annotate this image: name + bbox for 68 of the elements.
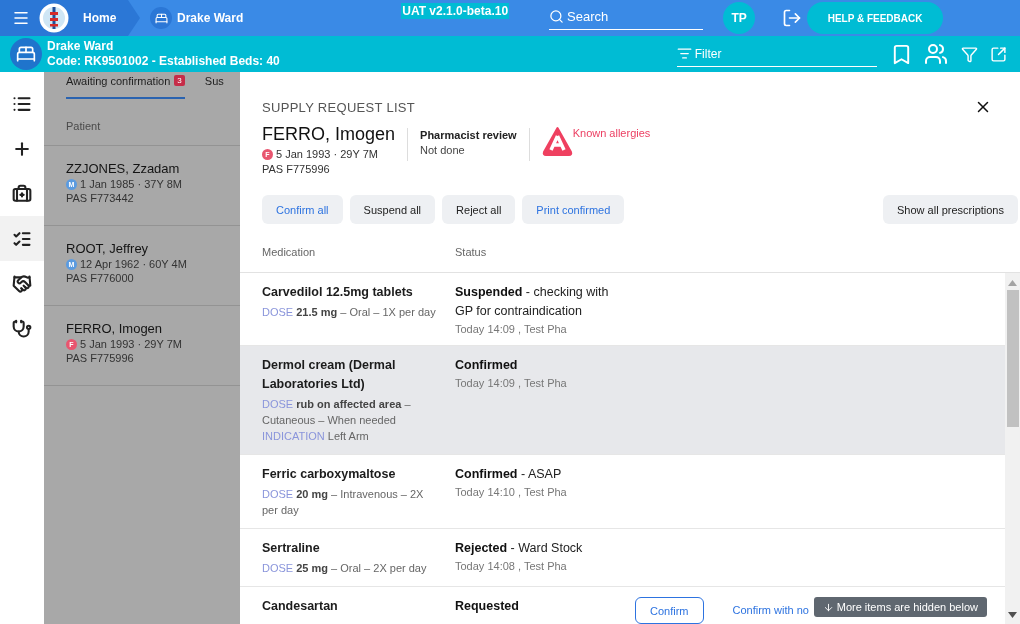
patient-pas: PAS F775996: [66, 352, 135, 364]
count-badge: 3: [174, 75, 185, 86]
search-field[interactable]: Search: [549, 4, 704, 30]
list-tab[interactable]: Awaiting confirmation 3: [66, 75, 185, 99]
status-text: Rejected - Ward Stock: [455, 540, 584, 557]
allergy-label: Known allergies: [572, 127, 651, 139]
breadcrumb-link[interactable]: Home: [83, 11, 117, 25]
timestamp: Today 14:08 , Test Pha: [455, 560, 568, 572]
status-text: Suspended - checking with GP for contraindication: [455, 284, 610, 320]
logout-icon[interactable]: [782, 8, 803, 28]
bed-icon: [10, 38, 42, 70]
environment-label: UAT v2.1.0-beta.10: [401, 3, 510, 19]
review-value: Not done: [420, 144, 466, 156]
show-all-button[interactable]: Show all prescriptions: [883, 195, 1018, 224]
dose-text: DOSE 25 mg – Oral – 2X per day: [262, 561, 428, 576]
action-button[interactable]: Print confirmed: [522, 195, 625, 224]
scrollbar[interactable]: [1005, 273, 1020, 624]
column-header: Patient: [66, 120, 102, 132]
action-button[interactable]: Confirm all: [262, 195, 343, 224]
menu-icon[interactable]: [12, 9, 30, 27]
scroll-down-icon[interactable]: [1008, 612, 1017, 618]
medication-name: Dermol cream (Dermal Laboratories Ltd): [262, 357, 397, 393]
search-icon: [549, 9, 565, 24]
filter-lines-icon: [676, 46, 692, 61]
ward-details: Code: RK9501002 - Established Beds: 40: [47, 54, 280, 69]
timestamp: Today 14:09 , Test Pha: [455, 377, 568, 389]
column-header: Medication: [262, 246, 317, 260]
bed-icon: [150, 7, 172, 29]
toast-text: More items are hidden below: [836, 601, 978, 613]
logo-icon: [39, 3, 69, 33]
patient-pas: PAS F773442: [66, 192, 135, 204]
medication-name: Carvedilol 12.5mg tablets: [262, 284, 414, 301]
dose-text: DOSE 20 mg – Intravenous – 2X per day: [262, 487, 425, 518]
people-icon[interactable]: [923, 42, 948, 66]
external-link-icon[interactable]: [989, 45, 1007, 63]
status-text: Confirmed: [455, 357, 519, 374]
action-button[interactable]: Reject all: [442, 195, 516, 224]
dose-text: DOSE rub on affected area – Cutaneous – When needed: [262, 397, 412, 428]
patient-name[interactable]: FERRO, Imogen: [66, 321, 234, 336]
status-text: Confirmed - ASAP: [455, 466, 563, 483]
patient-pas: PAS F775996: [262, 163, 331, 175]
allergy-icon: [541, 126, 573, 156]
confirm-link[interactable]: Confirm with no: [732, 597, 809, 616]
status-text: Requested: [455, 598, 520, 615]
breadcrumb-link[interactable]: Drake Ward: [177, 11, 244, 25]
medication-name: Ferric carboxymaltose: [262, 466, 397, 483]
arrow-down-icon: [822, 601, 834, 613]
filter-icon[interactable]: [960, 45, 978, 63]
ward-name: Drake Ward: [47, 39, 115, 54]
patient-name: FERRO, Imogen: [262, 124, 396, 145]
medication-name: Sertraline: [262, 540, 321, 557]
drawer-title: SUPPLY REQUEST LIST: [262, 100, 416, 115]
list-tab[interactable]: Sus: [204, 75, 224, 99]
indication-text: INDICATION Left Arm: [262, 429, 370, 444]
confirm-button[interactable]: Confirm: [635, 597, 704, 624]
timestamp: Today 14:10 , Test Pha: [455, 486, 568, 498]
dose-text: DOSE 21.5 mg – Oral – 1X per day: [262, 305, 437, 320]
timestamp: Today 14:09 , Test Pha: [455, 323, 568, 335]
scrollbar-thumb[interactable]: [1006, 290, 1019, 427]
action-button[interactable]: Suspend all: [349, 195, 436, 224]
patient-pas: PAS F776000: [66, 272, 135, 284]
medication-name: Candesartan: [262, 598, 339, 615]
patient-name[interactable]: ZZJONES, Zzadam: [66, 161, 234, 176]
column-header: Status: [455, 246, 488, 260]
review-label: Pharmacist review: [420, 129, 517, 141]
medication-row[interactable]: Dermol cream (Dermal Laboratories Ltd) DOSE rub on affected area – Cutaneous – When needed INDICATION Left Arm Confirmed Today 14:09 , Test Pha: [240, 346, 1005, 455]
checklist-icon[interactable]: [0, 216, 44, 261]
patient-name[interactable]: ROOT, Jeffrey: [66, 241, 234, 256]
